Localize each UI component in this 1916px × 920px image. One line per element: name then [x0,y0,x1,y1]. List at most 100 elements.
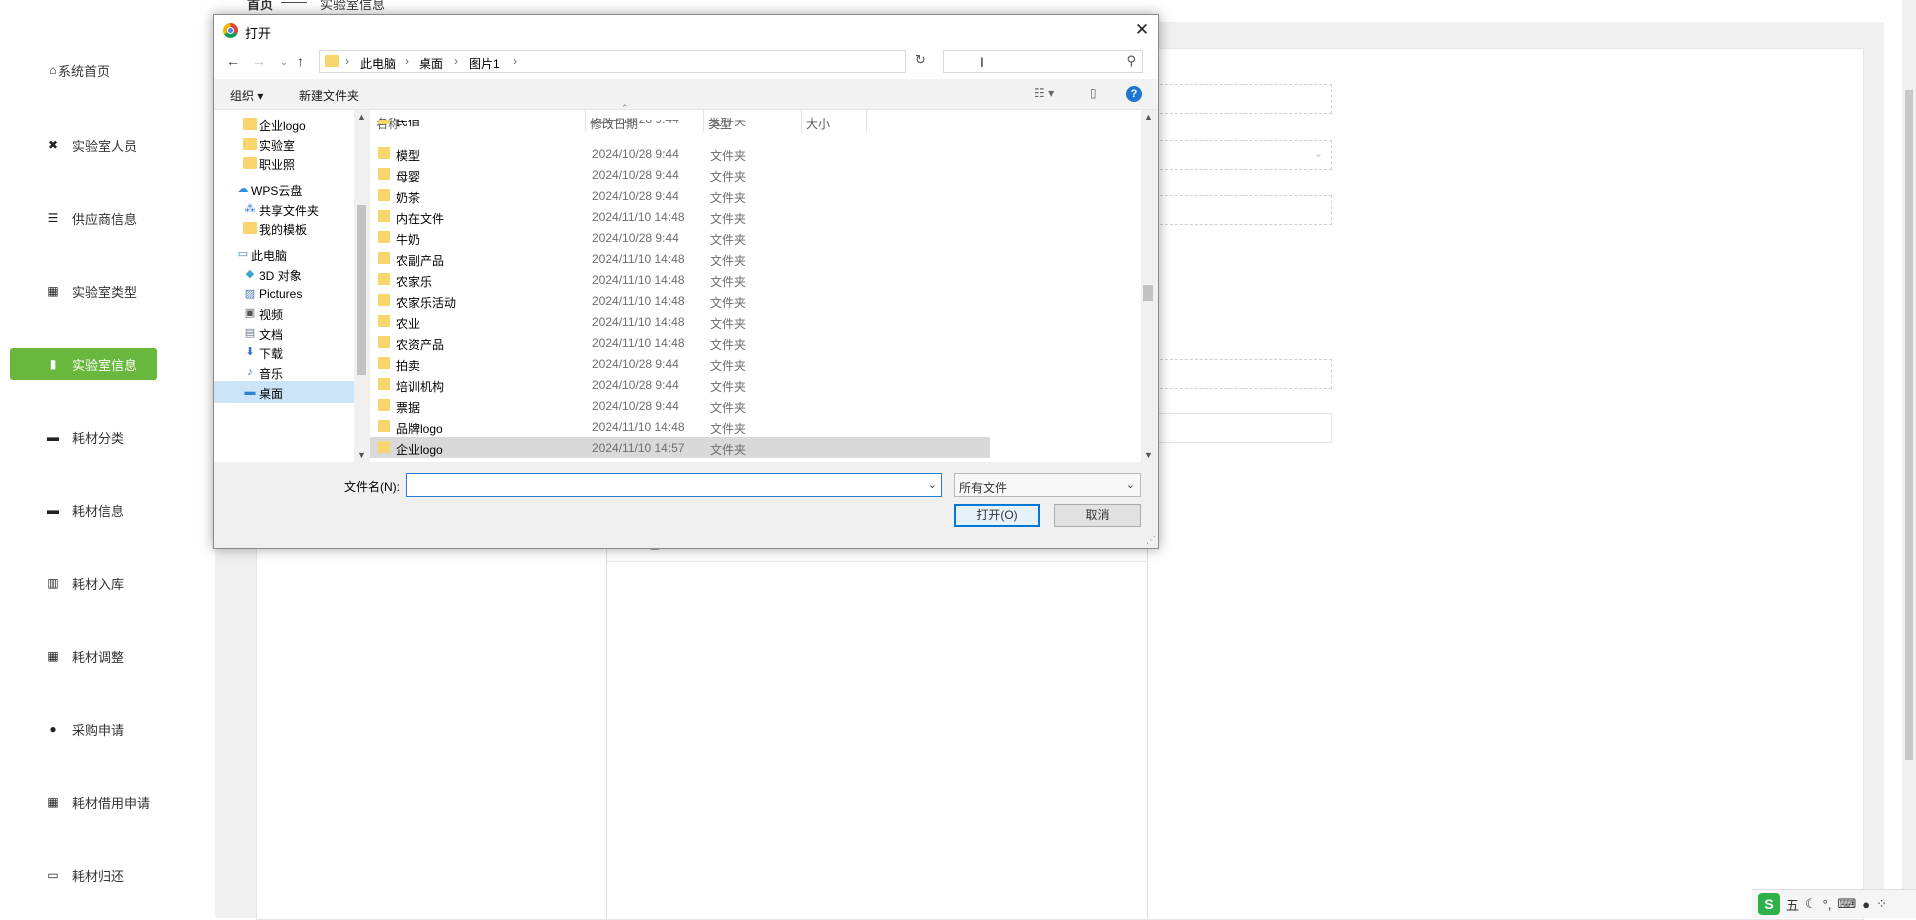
form-select-1[interactable]: ⌄ [1140,140,1332,170]
sidebar-item[interactable]: ⌂ 系统首页 [10,54,157,86]
file-row[interactable]: 农家乐活动 2024/11/10 14:48 文件夹 [370,290,990,311]
scroll-up-icon[interactable]: ▲ [357,112,366,122]
back-arrow-icon[interactable]: ← [226,53,240,69]
form-field-4[interactable] [1140,413,1332,443]
ime-toolbar[interactable]: S 五 ☾ °, ⌨ ● ⁘ [1752,889,1916,918]
file-row[interactable]: 拍卖 2024/10/28 9:44 文件夹 [370,353,990,374]
sidebar-item[interactable]: ▥ 耗材入库 [10,567,157,599]
breadcrumb-home[interactable]: 首页 [247,0,273,13]
file-row[interactable]: 培训机构 2024/10/28 9:44 文件夹 [370,374,990,395]
file-row[interactable]: 农副产品 2024/11/10 14:48 文件夹 [370,248,990,269]
user-icon[interactable]: ● [1862,897,1870,912]
sidebar-item[interactable]: ✖ 实验室人员 [10,129,157,161]
grid-icon[interactable]: ⁘ [1876,896,1887,912]
keyboard-icon[interactable]: ⌨ [1837,896,1856,912]
up-arrow-icon[interactable]: ↑ [297,53,304,69]
sidebar-item[interactable]: ☰ 供应商信息 [10,202,157,234]
nav-pane-item-label: 桌面 [259,387,284,401]
nav-pane-item[interactable]: ◆ 3D 对象 [214,263,354,285]
folder-icon [378,357,390,369]
sidebar-item[interactable]: ▮ 实验室信息 [10,348,157,380]
organize-button[interactable]: 组织 ▾ [230,87,263,104]
sidebar-item[interactable]: ▦ 耗材调整 [10,640,157,672]
view-options-icon[interactable]: ☷ ▾ [1034,86,1054,100]
preview-pane-icon[interactable]: ▯ [1090,86,1097,100]
nav-pane-item[interactable]: ▣ 视频 [214,302,354,324]
nav-pane-item[interactable]: ▭ 此电脑 [214,243,354,265]
scroll-down-icon[interactable]: ▼ [1144,450,1153,460]
forward-arrow-icon[interactable]: → [252,53,266,69]
file-list-scrollbar-thumb[interactable] [1143,285,1153,301]
file-row[interactable]: 内在文件 2024/11/10 14:48 文件夹 [370,206,990,227]
file-list-scrollbar[interactable]: ▲ ▼ [1141,110,1155,462]
form-field-1[interactable] [1140,84,1332,114]
address-bar[interactable]: › 此电脑 › 桌面 › 图片1 › ⌄ [319,50,1010,73]
file-row[interactable]: 牛奶 2024/10/28 9:44 文件夹 [370,227,990,248]
form-field-3[interactable] [1140,359,1332,389]
sidebar-item[interactable]: ▦ 实验室类型 [10,275,157,307]
resize-grip-icon[interactable]: ⋰ [1146,535,1156,546]
recent-locations-chevron-icon[interactable]: ⌄ [280,57,288,68]
nav-pane-item[interactable]: ▬ 桌面 [214,381,354,403]
filetype-select[interactable]: 所有文件 ⌄ [954,473,1141,497]
page-scrollbar-thumb[interactable] [1905,90,1913,760]
folder-icon [378,252,390,264]
briefcase-icon: ▭ [47,868,59,882]
file-row[interactable]: 民宿 2024/10/28 9:44 文件夹 [370,120,990,132]
file-row[interactable]: 农资产品 2024/11/10 14:48 文件夹 [370,332,990,353]
sidebar-item[interactable]: ▬ 耗材信息 [10,494,157,526]
breadcrumb-pictures1[interactable]: 图片1 [469,55,500,72]
chevron-right-icon[interactable]: › [345,54,349,68]
file-date: 2024/10/28 9:44 [592,357,679,371]
breadcrumb-this-pc[interactable]: 此电脑 [360,55,396,72]
file-type: 文件夹 [710,443,747,457]
chevron-right-icon[interactable]: › [405,54,409,68]
nav-pane-item[interactable]: 我的模板 [214,217,354,239]
file-row[interactable]: 品牌logo 2024/11/10 14:48 文件夹 [370,416,990,437]
sidebar-item[interactable]: ● 采购申请 [10,713,157,745]
file-row[interactable]: 母婴 2024/10/28 9:44 文件夹 [370,164,990,185]
file-name: 农副产品 [396,254,445,268]
file-row[interactable]: 企业logo 2024/11/10 14:57 文件夹 [370,437,990,458]
navigation-pane-scrollbar[interactable]: ▲ ▼ [354,110,368,462]
file-date: 2024/11/10 14:48 [592,252,685,266]
cancel-button[interactable]: 取消 [1054,504,1141,527]
nav-pane-item[interactable]: ☁ WPS云盘 [214,178,354,200]
file-row[interactable]: 农家乐 2024/11/10 14:48 文件夹 [370,269,990,290]
moon-icon[interactable]: ☾ [1805,896,1817,912]
chevron-right-icon[interactable]: › [454,54,458,68]
file-row[interactable]: 奶茶 2024/10/28 9:44 文件夹 [370,185,990,206]
help-icon[interactable]: ? [1126,86,1142,102]
chevron-right-icon[interactable]: › [513,54,517,68]
filename-input[interactable]: ⌄ [406,473,942,497]
rich-text-editor[interactable] [606,545,1148,918]
folder-icon [243,157,257,169]
ime-mode[interactable]: 五 [1786,895,1799,914]
sidebar-item[interactable]: ▭ 耗材归还 [10,859,157,891]
refresh-icon[interactable]: ↻ [915,52,926,68]
scroll-down-icon[interactable]: ▼ [357,450,366,460]
navigation-pane-scrollbar-thumb[interactable] [357,205,366,375]
file-row[interactable]: 农业 2024/11/10 14:48 文件夹 [370,311,990,332]
punctuation-icon[interactable]: °, [1823,897,1832,912]
scroll-up-icon[interactable]: ▲ [1144,112,1153,122]
sidebar-item[interactable]: ▬ 耗材分类 [10,421,157,453]
chevron-down-icon[interactable]: ⌄ [928,478,937,491]
close-icon[interactable]: ✕ [1126,15,1158,45]
nav-pane-item[interactable]: 职业照 [214,152,354,174]
file-name: 农资产品 [396,338,445,352]
nav-pane-item[interactable]: ⬇ 下载 [214,341,354,363]
file-row[interactable]: 票据 2024/10/28 9:44 文件夹 [370,395,990,416]
breadcrumb-desktop[interactable]: 桌面 [419,55,443,72]
form-field-2[interactable] [1140,195,1332,225]
new-folder-button[interactable]: 新建文件夹 [299,87,359,104]
search-input[interactable]: I ⚲ [943,50,1143,73]
open-button[interactable]: 打开(O) [954,504,1040,527]
nav-pane-item[interactable]: ♪ 音乐 [214,361,354,383]
nav-pane-item[interactable]: 企业logo [214,113,354,135]
sidebar-item[interactable]: ▦ 耗材借用申请 [10,786,157,818]
grid-icon: ▦ [47,795,59,809]
page-scrollbar[interactable] [1902,0,1916,918]
sogou-logo-icon[interactable]: S [1758,893,1780,915]
file-row[interactable]: 模型 2024/10/28 9:44 文件夹 [370,143,990,164]
